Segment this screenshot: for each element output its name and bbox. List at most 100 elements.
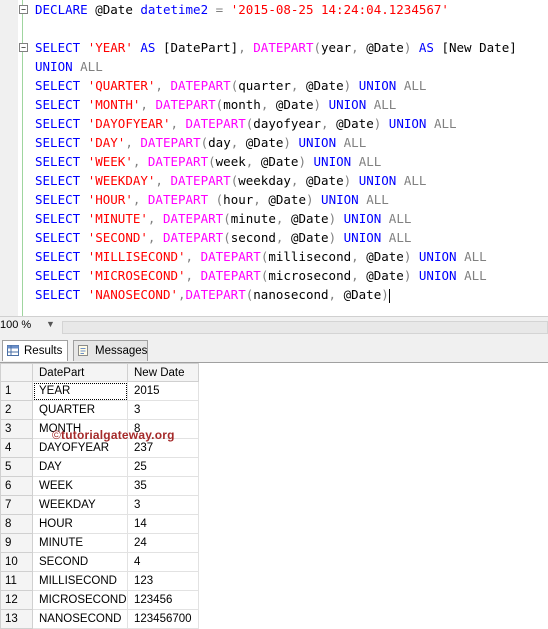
cell-new-date[interactable]: 25 — [127, 457, 199, 477]
code-token: DATEPART — [147, 154, 209, 169]
table-row[interactable]: 1 YEAR 2015 — [0, 381, 199, 401]
code-line[interactable]: SELECT 'WEEKDAY', DATEPART(weekday, @Dat… — [35, 171, 548, 190]
cell-new-date[interactable]: 123 — [127, 571, 199, 591]
code-token: 'MICROSECOND' — [87, 268, 186, 283]
cell-datepart[interactable]: MILLISECOND — [32, 571, 128, 591]
cell-datepart[interactable]: YEAR — [32, 381, 128, 401]
cell-datepart[interactable]: NANOSECOND — [32, 609, 128, 629]
row-number[interactable]: 7 — [0, 495, 33, 515]
cell-datepart[interactable]: QUARTER — [32, 400, 128, 420]
table-row[interactable]: 13 NANOSECOND 123456700 — [0, 609, 199, 629]
cell-datepart[interactable]: SECOND — [32, 552, 128, 572]
cell-new-date[interactable]: 24 — [127, 533, 199, 553]
tab-results[interactable]: Results — [2, 340, 68, 361]
cell-new-date[interactable]: 3 — [127, 400, 199, 420]
cell-new-date[interactable]: 123456700 — [127, 609, 199, 629]
collapse-select-icon[interactable]: − — [19, 43, 28, 52]
code-token: ) — [343, 173, 359, 188]
row-number[interactable]: 9 — [0, 533, 33, 553]
code-line[interactable]: SELECT 'DAY', DATEPART(day, @Date) UNION… — [35, 133, 548, 152]
table-row[interactable]: 5 DAY 25 — [0, 457, 199, 477]
cell-new-date[interactable]: 35 — [127, 476, 199, 496]
code-token: , — [260, 97, 276, 112]
cell-new-date[interactable]: 3 — [127, 495, 199, 515]
code-token: 'DAYOFYEAR' — [87, 116, 171, 131]
code-line[interactable]: SELECT 'WEEK', DATEPART(week, @Date) UNI… — [35, 152, 548, 171]
row-number[interactable]: 5 — [0, 457, 33, 477]
code-token: DATEPART — [185, 287, 246, 302]
table-row[interactable]: 12 MICROSECOND 123456 — [0, 590, 199, 610]
code-token: year — [321, 40, 352, 55]
cell-datepart[interactable]: MICROSECOND — [32, 590, 128, 610]
code-token: ( — [223, 211, 231, 226]
column-header-datepart[interactable]: DatePart — [32, 363, 128, 382]
table-row[interactable]: 6 WEEK 35 — [0, 476, 199, 496]
row-number[interactable]: 13 — [0, 609, 33, 629]
cell-datepart[interactable]: HOUR — [32, 514, 128, 534]
code-line[interactable]: SELECT 'QUARTER', DATEPART(quarter, @Dat… — [35, 76, 548, 95]
code-area[interactable]: DECLARE @Date datetime2 = '2015-08-25 14… — [35, 0, 548, 316]
result-tabs: Results Messages — [0, 337, 548, 363]
row-number[interactable]: 4 — [0, 438, 33, 458]
cell-new-date[interactable]: 2015 — [127, 381, 199, 401]
corner-header[interactable] — [0, 363, 33, 382]
code-token: ALL — [433, 116, 457, 131]
table-row[interactable]: 2 QUARTER 3 — [0, 400, 199, 420]
cell-new-date[interactable]: 4 — [127, 552, 199, 572]
column-header-new-date[interactable]: New Date — [127, 363, 199, 382]
chevron-down-icon[interactable]: ▼ — [46, 319, 55, 329]
code-token: @Date — [305, 173, 344, 188]
table-row[interactable]: 10 SECOND 4 — [0, 552, 199, 572]
cell-datepart[interactable]: MINUTE — [32, 533, 128, 553]
table-row[interactable]: 7 WEEKDAY 3 — [0, 495, 199, 515]
cell-datepart[interactable]: DAY — [32, 457, 128, 477]
row-number[interactable]: 1 — [0, 381, 33, 401]
cell-new-date[interactable]: 14 — [127, 514, 199, 534]
code-token: , — [351, 249, 367, 264]
table-row[interactable]: 11 MILLISECOND 123 — [0, 571, 199, 591]
code-line[interactable]: SELECT 'DAYOFYEAR', DATEPART(dayofyear, … — [35, 114, 548, 133]
query-editor[interactable]: − − DECLARE @Date datetime2 = '2015-08-2… — [0, 0, 548, 316]
horizontal-scrollbar[interactable] — [62, 321, 548, 334]
collapse-declare-icon[interactable]: − — [19, 5, 28, 14]
code-line[interactable]: SELECT 'HOUR', DATEPART (hour, @Date) UN… — [35, 190, 548, 209]
code-line[interactable]: SELECT 'YEAR' AS [DatePart], DATEPART(ye… — [35, 38, 548, 57]
code-line[interactable] — [35, 19, 548, 38]
zoom-level[interactable]: 100 % — [0, 319, 31, 331]
header-row: DatePart New Date — [0, 363, 199, 382]
code-token: ) — [298, 154, 314, 169]
code-line[interactable]: SELECT 'MILLISECOND', DATEPART(milliseco… — [35, 247, 548, 266]
code-token: @Date — [268, 192, 306, 207]
code-line[interactable]: SELECT 'MICROSECOND', DATEPART(microseco… — [35, 266, 548, 285]
cell-datepart[interactable]: WEEK — [32, 476, 128, 496]
tab-messages[interactable]: Messages — [73, 340, 148, 361]
row-number[interactable]: 3 — [0, 419, 33, 439]
code-line[interactable]: UNION ALL — [35, 57, 548, 76]
row-number[interactable]: 12 — [0, 590, 33, 610]
row-number[interactable]: 11 — [0, 571, 33, 591]
row-number[interactable]: 8 — [0, 514, 33, 534]
code-token: @Date — [260, 154, 299, 169]
code-line[interactable]: SELECT 'SECOND', DATEPART(second, @Date)… — [35, 228, 548, 247]
code-token: DATEPART — [140, 135, 201, 150]
code-token: , — [230, 135, 246, 150]
code-token: , — [275, 230, 291, 245]
code-line[interactable]: DECLARE @Date datetime2 = '2015-08-25 14… — [35, 0, 548, 19]
row-number[interactable]: 2 — [0, 400, 33, 420]
code-token: SELECT — [35, 97, 88, 112]
cell-new-date[interactable]: 123456 — [127, 590, 199, 610]
cell-datepart[interactable]: WEEKDAY — [32, 495, 128, 515]
table-row[interactable]: 9 MINUTE 24 — [0, 533, 199, 553]
code-line[interactable]: SELECT 'NANOSECOND',DATEPART(nanosecond,… — [35, 285, 548, 304]
table-row[interactable]: 8 HOUR 14 — [0, 514, 199, 534]
code-line[interactable]: SELECT 'MONTH', DATEPART(month, @Date) U… — [35, 95, 548, 114]
row-number[interactable]: 6 — [0, 476, 33, 496]
code-token: ) — [403, 249, 419, 264]
code-line[interactable]: SELECT 'MINUTE', DATEPART(minute, @Date)… — [35, 209, 548, 228]
results-grid[interactable]: DatePart New Date 1 YEAR 2015 2 QUARTER 3 3 MON… — [0, 363, 548, 629]
code-token: , — [238, 40, 254, 55]
row-number[interactable]: 10 — [0, 552, 33, 572]
code-token: , — [275, 211, 291, 226]
code-token: , — [328, 287, 344, 302]
code-token: DATEPART — [147, 192, 216, 207]
